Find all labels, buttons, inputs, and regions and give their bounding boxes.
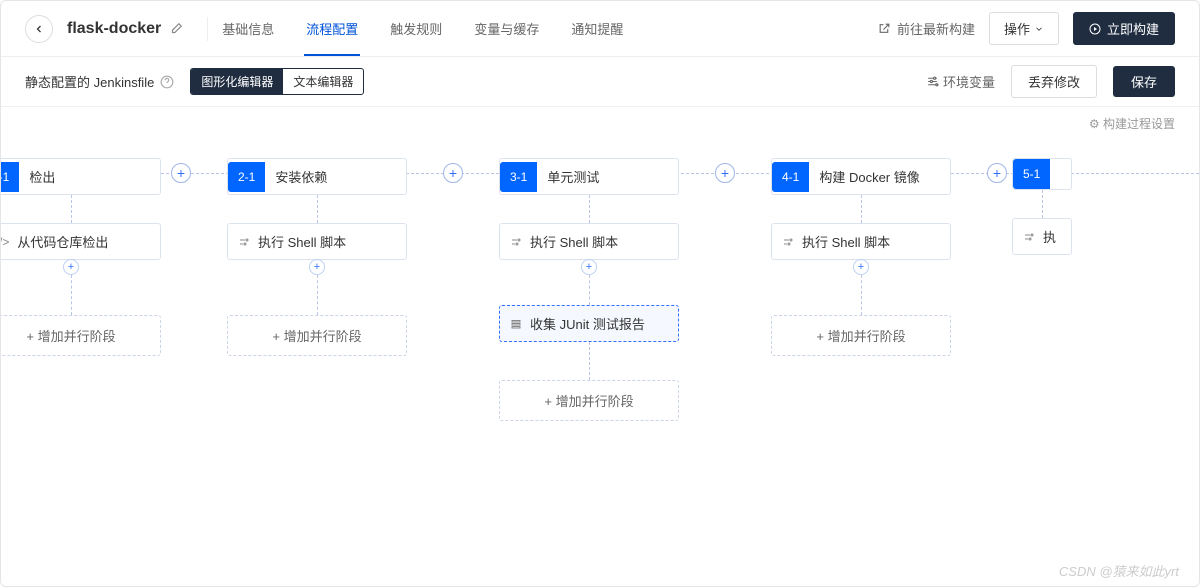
pipeline-row: 1-1 检出 </> 从代码仓库检出 + + 增加并行阶段 + 2-1 安装依赖… bbox=[1, 158, 1199, 421]
editor-graphical[interactable]: 图形化编辑器 bbox=[191, 69, 283, 94]
build-label: 立即构建 bbox=[1107, 19, 1159, 38]
watermark: CSDN @猿来如此yrt bbox=[1059, 561, 1179, 580]
stage-badge: 2-1 bbox=[228, 162, 265, 192]
latest-build-label: 前往最新构建 bbox=[897, 19, 975, 38]
header-actions: 前往最新构建 操作 立即构建 bbox=[878, 12, 1175, 45]
build-now-button[interactable]: 立即构建 bbox=[1073, 12, 1175, 45]
step-shell[interactable]: 执行 Shell 脚本 bbox=[499, 223, 679, 260]
add-parallel-button[interactable]: + 增加并行阶段 bbox=[1, 315, 161, 356]
stage-unit-test[interactable]: 3-1 单元测试 bbox=[499, 158, 679, 195]
discard-button[interactable]: 丢弃修改 bbox=[1011, 65, 1097, 98]
subbar-actions: 环境变量 丢弃修改 保存 bbox=[926, 65, 1175, 98]
connector bbox=[861, 275, 862, 315]
stage-docker-build[interactable]: 4-1 构建 Docker 镜像 bbox=[771, 158, 951, 195]
sliders-icon bbox=[782, 236, 794, 248]
jenkinsfile-label: 静态配置的 Jenkinsfile bbox=[25, 72, 154, 91]
add-stage-button[interactable]: + bbox=[987, 163, 1007, 183]
step-label: 从代码仓库检出 bbox=[17, 232, 108, 251]
chevron-down-icon bbox=[1034, 24, 1044, 34]
latest-build-link[interactable]: 前往最新构建 bbox=[878, 19, 975, 38]
stage-badge: 3-1 bbox=[500, 162, 537, 192]
back-button[interactable] bbox=[25, 15, 53, 43]
step-label: 执行 Shell 脚本 bbox=[530, 232, 618, 251]
step-label: 执行 Shell 脚本 bbox=[802, 232, 890, 251]
tabs: 基础信息 流程配置 触发规则 变量与缓存 通知提醒 bbox=[220, 1, 625, 56]
pipeline-canvas: 1-1 检出 </> 从代码仓库检出 + + 增加并行阶段 + 2-1 安装依赖… bbox=[1, 140, 1199, 421]
play-icon bbox=[1089, 23, 1101, 35]
connector bbox=[589, 275, 590, 305]
add-step-button[interactable]: + bbox=[853, 259, 869, 275]
step-shell[interactable]: 执行 Shell 脚本 bbox=[771, 223, 951, 260]
stage-badge: 4-1 bbox=[772, 162, 809, 192]
step-label: 执 bbox=[1043, 227, 1056, 246]
stage-col-2: 2-1 安装依赖 执行 Shell 脚本 + + 增加并行阶段 + bbox=[181, 158, 453, 356]
connector bbox=[317, 195, 318, 223]
operations-dropdown[interactable]: 操作 bbox=[989, 12, 1059, 45]
header-bar: flask-docker 基础信息 流程配置 触发规则 变量与缓存 通知提醒 前… bbox=[1, 1, 1199, 57]
sliders-icon bbox=[1023, 231, 1035, 243]
add-parallel-button[interactable]: + 增加并行阶段 bbox=[227, 315, 407, 356]
code-icon: </> bbox=[1, 235, 9, 249]
stage-badge: 1-1 bbox=[1, 162, 19, 192]
help-icon[interactable] bbox=[160, 75, 174, 89]
add-parallel-button[interactable]: + 增加并行阶段 bbox=[499, 380, 679, 421]
stage-col-1: 1-1 检出 </> 从代码仓库检出 + + 增加并行阶段 + bbox=[1, 158, 181, 356]
env-vars-link[interactable]: 环境变量 bbox=[926, 72, 995, 91]
sliders-icon bbox=[238, 236, 250, 248]
step-label: 收集 JUnit 测试报告 bbox=[530, 314, 645, 333]
stage-name: 单元测试 bbox=[537, 159, 609, 194]
stage-install[interactable]: 2-1 安装依赖 bbox=[227, 158, 407, 195]
connector bbox=[71, 195, 72, 223]
tab-basic[interactable]: 基础信息 bbox=[220, 1, 276, 56]
step-shell[interactable]: 执行 Shell 脚本 bbox=[227, 223, 407, 260]
add-step-button[interactable]: + bbox=[581, 259, 597, 275]
step-shell[interactable]: 执 bbox=[1012, 218, 1072, 255]
stage-col-5: 5-1 执 bbox=[997, 158, 1087, 255]
add-stage-button[interactable]: + bbox=[171, 163, 191, 183]
sliders-icon bbox=[510, 236, 522, 248]
connector bbox=[1042, 190, 1043, 218]
env-label: 环境变量 bbox=[943, 72, 995, 91]
tab-trigger[interactable]: 触发规则 bbox=[388, 1, 444, 56]
connector bbox=[317, 275, 318, 315]
add-step-button[interactable]: + bbox=[309, 259, 325, 275]
external-icon bbox=[878, 22, 891, 35]
add-stage-button[interactable]: + bbox=[443, 163, 463, 183]
arrow-left-icon bbox=[33, 23, 45, 35]
add-stage-button[interactable]: + bbox=[715, 163, 735, 183]
sliders-icon bbox=[926, 75, 939, 88]
connector bbox=[71, 275, 72, 315]
settings-row: ⚙ 构建过程设置 bbox=[1, 107, 1199, 140]
divider bbox=[207, 17, 208, 41]
connector bbox=[589, 195, 590, 223]
stage-name: 检出 bbox=[19, 159, 65, 194]
connector bbox=[589, 342, 590, 380]
sub-toolbar: 静态配置的 Jenkinsfile 图形化编辑器 文本编辑器 环境变量 丢弃修改… bbox=[1, 57, 1199, 107]
edit-icon[interactable] bbox=[169, 22, 183, 36]
page-title: flask-docker bbox=[67, 20, 161, 38]
stage-col-3: 3-1 单元测试 执行 Shell 脚本 + 收集 JUnit 测试报告 + 增… bbox=[453, 158, 725, 421]
stage-name: 安装依赖 bbox=[265, 159, 337, 194]
step-checkout[interactable]: </> 从代码仓库检出 bbox=[1, 223, 161, 260]
add-parallel-button[interactable]: + 增加并行阶段 bbox=[771, 315, 951, 356]
stage-col-4: 4-1 构建 Docker 镜像 执行 Shell 脚本 + + 增加并行阶段 … bbox=[725, 158, 997, 356]
step-label: 执行 Shell 脚本 bbox=[258, 232, 346, 251]
stage-partial[interactable]: 5-1 bbox=[1012, 158, 1072, 190]
stage-badge: 5-1 bbox=[1013, 159, 1050, 189]
add-step-button[interactable]: + bbox=[63, 259, 79, 275]
connector bbox=[861, 195, 862, 223]
step-junit[interactable]: 收集 JUnit 测试报告 bbox=[499, 305, 679, 342]
tab-pipeline[interactable]: 流程配置 bbox=[304, 1, 360, 56]
editor-text[interactable]: 文本编辑器 bbox=[283, 69, 363, 94]
stage-checkout[interactable]: 1-1 检出 bbox=[1, 158, 161, 195]
tab-notify[interactable]: 通知提醒 bbox=[569, 1, 625, 56]
ops-label: 操作 bbox=[1004, 19, 1030, 38]
tab-vars[interactable]: 变量与缓存 bbox=[472, 1, 541, 56]
list-icon bbox=[510, 318, 522, 330]
stage-name: 构建 Docker 镜像 bbox=[809, 159, 929, 194]
save-button[interactable]: 保存 bbox=[1113, 66, 1175, 97]
editor-toggle: 图形化编辑器 文本编辑器 bbox=[190, 68, 364, 95]
build-settings-link[interactable]: ⚙ 构建过程设置 bbox=[1089, 117, 1175, 131]
